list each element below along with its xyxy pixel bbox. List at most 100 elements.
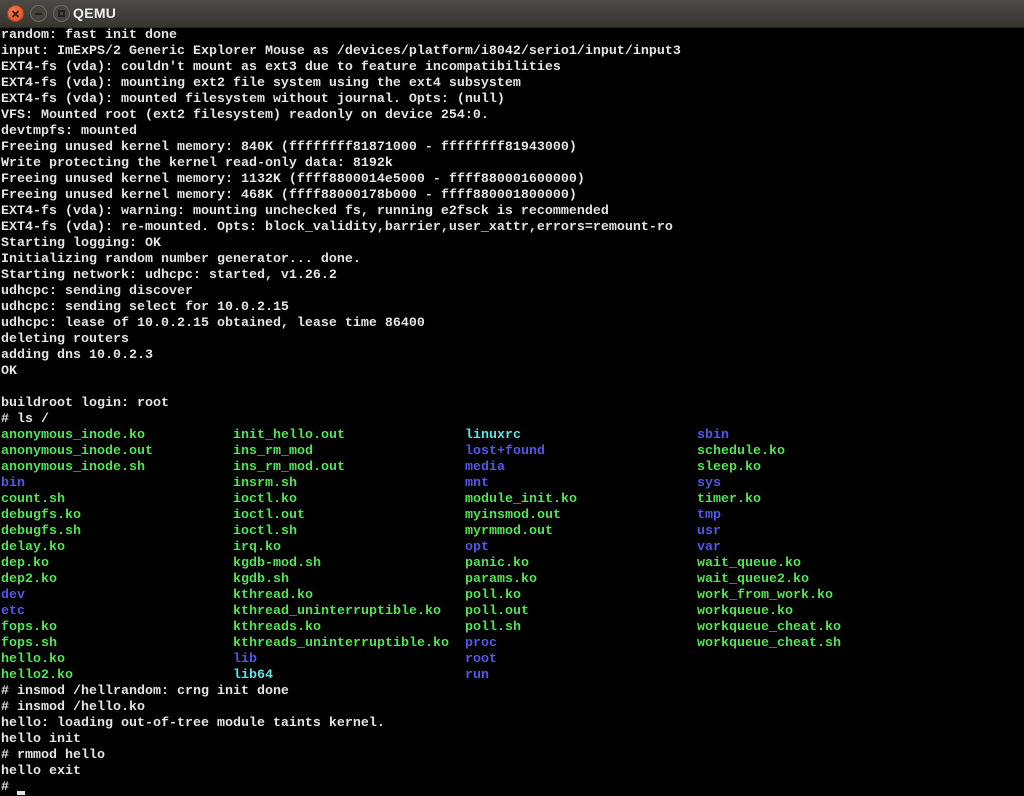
- file-name: anonymous_inode.out: [1, 444, 233, 460]
- window-title: QEMU: [73, 0, 116, 28]
- terminal-text: hello init: [1, 732, 81, 747]
- terminal-line: fops.kokthreads.kopoll.shworkqueue_cheat…: [1, 620, 1024, 636]
- directory-name: tmp: [697, 508, 721, 523]
- terminal-text: Freeing unused kernel memory: 1132K (fff…: [1, 172, 585, 187]
- terminal-text: # insmod /hellrandom: crng init done: [1, 684, 289, 699]
- file-name: irq.ko: [233, 540, 465, 556]
- terminal-text: Initializing random number generator... …: [1, 252, 361, 267]
- directory-name: usr: [697, 524, 721, 539]
- terminal-line: delay.koirq.kooptvar: [1, 540, 1024, 556]
- terminal-line: hello: loading out-of-tree module taints…: [1, 716, 1024, 732]
- file-name: anonymous_inode.ko: [1, 428, 233, 444]
- terminal-text: deleting routers: [1, 332, 129, 347]
- terminal-text: Starting network: udhcpc: started, v1.26…: [1, 268, 337, 283]
- terminal-screen[interactable]: random: fast init doneinput: ImExPS/2 Ge…: [0, 28, 1024, 796]
- file-name: schedule.ko: [697, 444, 785, 459]
- terminal-text: # insmod /hello.ko: [1, 700, 145, 715]
- terminal-line: VFS: Mounted root (ext2 filesystem) read…: [1, 108, 1024, 124]
- file-name: kthreads_uninterruptible.ko: [233, 636, 465, 652]
- file-name: kthread.ko: [233, 588, 465, 604]
- directory-name: lost+found: [465, 444, 697, 460]
- directory-name: dev: [1, 588, 233, 604]
- terminal-line: EXT4-fs (vda): mounted filesystem withou…: [1, 92, 1024, 108]
- close-button[interactable]: [7, 5, 24, 22]
- terminal-line: hello exit: [1, 764, 1024, 780]
- terminal-line: EXT4-fs (vda): warning: mounting uncheck…: [1, 204, 1024, 220]
- terminal-line: Freeing unused kernel memory: 840K (ffff…: [1, 140, 1024, 156]
- directory-name: root: [465, 652, 497, 667]
- terminal-line: # ls /: [1, 412, 1024, 428]
- terminal-line: buildroot login: root: [1, 396, 1024, 412]
- terminal-text: devtmpfs: mounted: [1, 124, 137, 139]
- file-name: init_hello.out: [233, 428, 465, 444]
- directory-name: etc: [1, 604, 233, 620]
- terminal-text: Starting logging: OK: [1, 236, 161, 251]
- directory-name: var: [697, 540, 721, 555]
- file-name: myinsmod.out: [465, 508, 697, 524]
- maximize-button[interactable]: [53, 5, 70, 22]
- terminal-line: etckthread_uninterruptible.kopoll.outwor…: [1, 604, 1024, 620]
- file-name: fops.sh: [1, 636, 233, 652]
- file-name: poll.ko: [465, 588, 697, 604]
- terminal-line: devkthread.kopoll.kowork_from_work.ko: [1, 588, 1024, 604]
- titlebar[interactable]: QEMU: [0, 0, 1024, 28]
- terminal-text: buildroot login: root: [1, 396, 169, 411]
- terminal-text: VFS: Mounted root (ext2 filesystem) read…: [1, 108, 489, 123]
- directory-name: run: [465, 668, 489, 683]
- file-name: sleep.ko: [697, 460, 761, 475]
- terminal-line: dep2.kokgdb.shparams.kowait_queue2.ko: [1, 572, 1024, 588]
- terminal-line: udhcpc: sending select for 10.0.2.15: [1, 300, 1024, 316]
- file-name: wait_queue2.ko: [697, 572, 809, 587]
- file-name: ins_rm_mod.out: [233, 460, 465, 476]
- terminal-line: EXT4-fs (vda): couldn't mount as ext3 du…: [1, 60, 1024, 76]
- file-name: params.ko: [465, 572, 697, 588]
- terminal-line: fops.shkthreads_uninterruptible.koprocwo…: [1, 636, 1024, 652]
- terminal-text: OK: [1, 364, 17, 379]
- file-name: hello2.ko: [1, 668, 233, 684]
- file-name: myrmmod.out: [465, 524, 697, 540]
- file-name: ioctl.sh: [233, 524, 465, 540]
- terminal-line: hello init: [1, 732, 1024, 748]
- file-name: workqueue_cheat.sh: [697, 636, 841, 651]
- terminal-line: Initializing random number generator... …: [1, 252, 1024, 268]
- terminal-line: bininsrm.shmntsys: [1, 476, 1024, 492]
- symlink-name: lib64: [233, 668, 465, 684]
- terminal-text: hello exit: [1, 764, 81, 779]
- directory-name: bin: [1, 476, 233, 492]
- directory-name: lib: [233, 652, 465, 668]
- terminal-line: adding dns 10.0.2.3: [1, 348, 1024, 364]
- terminal-line: Starting logging: OK: [1, 236, 1024, 252]
- minimize-icon: [35, 13, 42, 15]
- terminal-line: random: fast init done: [1, 28, 1024, 44]
- terminal-line: # insmod /hellrandom: crng init done: [1, 684, 1024, 700]
- file-name: timer.ko: [697, 492, 761, 507]
- file-name: poll.out: [465, 604, 697, 620]
- file-name: count.sh: [1, 492, 233, 508]
- file-name: workqueue.ko: [697, 604, 793, 619]
- terminal-line: Freeing unused kernel memory: 1132K (fff…: [1, 172, 1024, 188]
- file-name: module_init.ko: [465, 492, 697, 508]
- terminal-line: hello2.kolib64run: [1, 668, 1024, 684]
- terminal-text: udhcpc: sending discover: [1, 284, 193, 299]
- file-name: kgdb-mod.sh: [233, 556, 465, 572]
- terminal-line: hello.kolibroot: [1, 652, 1024, 668]
- terminal-text: # rmmod hello: [1, 748, 105, 763]
- terminal-line: EXT4-fs (vda): re-mounted. Opts: block_v…: [1, 220, 1024, 236]
- file-name: anonymous_inode.sh: [1, 460, 233, 476]
- file-name: dep.ko: [1, 556, 233, 572]
- file-name: debugfs.ko: [1, 508, 233, 524]
- file-name: wait_queue.ko: [697, 556, 801, 571]
- terminal-line: anonymous_inode.outins_rm_modlost+founds…: [1, 444, 1024, 460]
- file-name: workqueue_cheat.ko: [697, 620, 841, 635]
- file-name: ins_rm_mod: [233, 444, 465, 460]
- file-name: kgdb.sh: [233, 572, 465, 588]
- minimize-button[interactable]: [30, 5, 47, 22]
- terminal-line: anonymous_inode.shins_rm_mod.outmediasle…: [1, 460, 1024, 476]
- terminal-cursor: [17, 780, 25, 795]
- terminal-text: Freeing unused kernel memory: 840K (ffff…: [1, 140, 577, 155]
- terminal-line: # rmmod hello: [1, 748, 1024, 764]
- file-name: ioctl.ko: [233, 492, 465, 508]
- terminal-line: count.shioctl.komodule_init.kotimer.ko: [1, 492, 1024, 508]
- terminal-line: anonymous_inode.koinit_hello.outlinuxrcs…: [1, 428, 1024, 444]
- terminal-text: adding dns 10.0.2.3: [1, 348, 153, 363]
